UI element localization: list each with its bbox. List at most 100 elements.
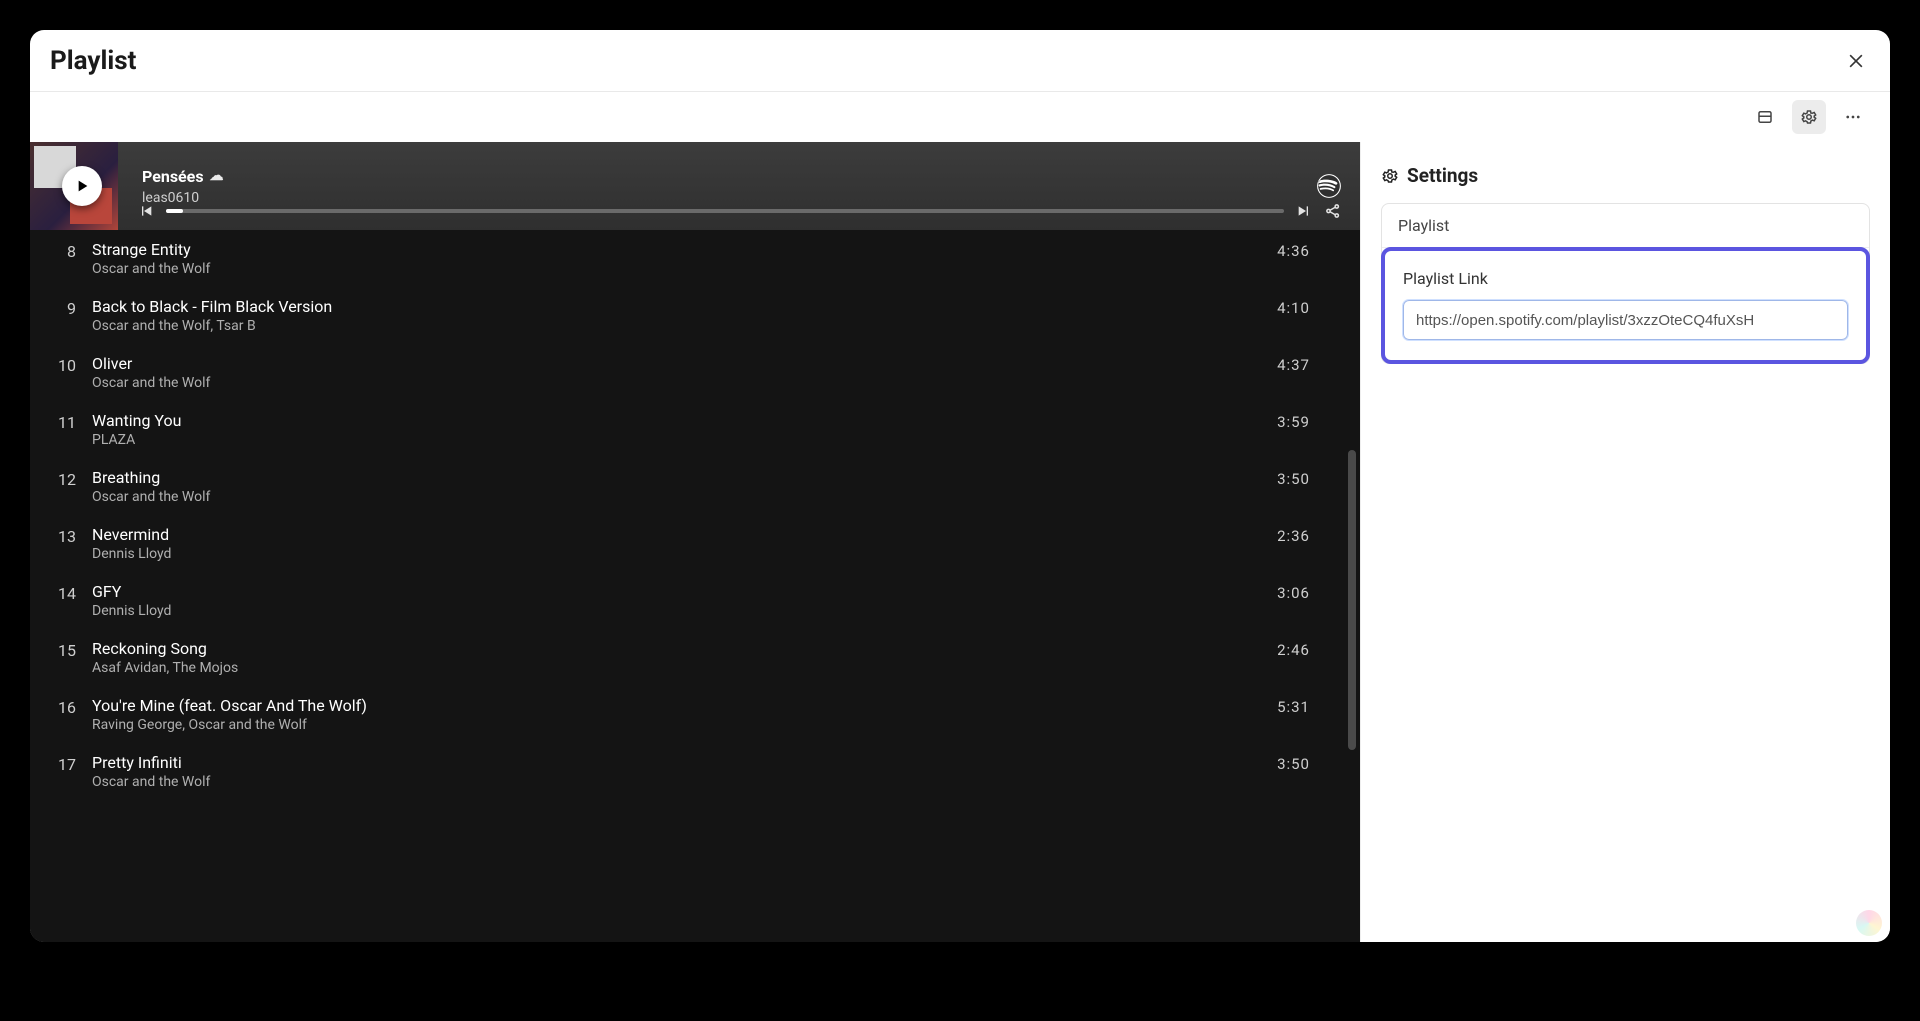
settings-heading: Settings [1381,164,1870,187]
track-number: 8 [34,240,76,261]
track-duration: 3:50 [1277,468,1310,488]
modal-toolbar [30,92,1890,142]
track-duration: 3:59 [1277,411,1310,431]
track-artist: Dennis Lloyd [92,546,1261,562]
tracks-scroll[interactable]: 8 Strange Entity Oscar and the Wolf 4:36 9 Ba… [30,230,1360,942]
track-title: Wanting You [92,411,1261,430]
track-row[interactable]: 8 Strange Entity Oscar and the Wolf 4:36 [30,230,1360,287]
close-button[interactable] [1842,47,1870,75]
settings-heading-text: Settings [1407,164,1478,187]
spotify-player: Pensées ☁ leas0610 [30,142,1360,942]
track-artist: Raving George, Oscar and the Wolf [92,717,1261,733]
track-row[interactable]: 9 Back to Black - Film Black Version Oscar… [30,287,1360,344]
track-title: Breathing [92,468,1261,487]
gear-icon [1800,108,1818,126]
track-number: 13 [34,525,76,546]
track-title: You're Mine (feat. Oscar And The Wolf) [92,696,1261,715]
track-meta: Wanting You PLAZA [92,411,1261,448]
track-meta: OliverOscar and the Wolf [92,354,1261,391]
track-row[interactable]: 12 Breathing Oscar and the Wolf 3:50 [30,458,1360,515]
track-number: 9 [34,297,76,318]
playlist-link-label: Playlist Link [1403,269,1848,288]
gear-icon [1381,167,1399,185]
track-artist: PLAZA [92,432,1261,448]
playlist-title: Pensées [142,167,204,186]
playlist-title-row: Pensées ☁ [142,167,1316,186]
track-artist: Asaf Avidan, The Mojos [92,660,1261,676]
layout-icon [1756,108,1774,126]
track-row[interactable]: 13 Nevermind Dennis Lloyd 2:36 [30,515,1360,572]
layout-toggle-button[interactable] [1748,100,1782,134]
track-number: 17 [34,753,76,774]
player-meta: Pensées ☁ leas0610 [128,167,1316,206]
player-header: Pensées ☁ leas0610 [30,142,1360,230]
track-meta: GFY Dennis Lloyd [92,582,1261,619]
ellipsis-icon [1844,108,1862,126]
track-title: Pretty Infiniti [92,753,1261,772]
next-button[interactable] [1296,203,1312,219]
track-duration: 2:36 [1277,525,1310,545]
track-meta: Reckoning Song Asaf Avidan, The Mojos [92,639,1261,676]
play-button[interactable] [62,166,102,206]
track-duration: 2:46 [1277,639,1310,659]
track-duration: 4:10 [1277,297,1310,317]
track-number: 12 [34,468,76,489]
player-progress-row [138,202,1342,220]
track-meta: Strange Entity Oscar and the Wolf [92,240,1261,277]
track-list: 8 Strange Entity Oscar and the Wolf 4:36 9 Ba… [30,230,1360,942]
cloud-icon: ☁ [210,168,224,184]
track-meta: Nevermind Dennis Lloyd [92,525,1261,562]
close-icon [1846,51,1866,71]
track-artist: Dennis Lloyd [92,603,1261,619]
modal-body: Pensées ☁ leas0610 [30,142,1890,942]
track-number: 10 [34,354,76,375]
track-meta: You're Mine (feat. Oscar And The Wolf) Ra… [92,696,1261,733]
play-icon [74,178,90,194]
track-meta: Back to Black - Film Black Version Oscar … [92,297,1261,334]
playlist-modal: Playlist [30,30,1890,942]
track-title: Back to Black - Film Black Version [92,297,1261,316]
track-meta: Breathing Oscar and the Wolf [92,468,1261,505]
track-artist: Oscar and the Wolf, Tsar B [92,318,1261,334]
watermark-icon [1856,910,1882,936]
settings-group-label: Playlist [1382,204,1869,248]
track-number: 15 [34,639,76,660]
cover-art-wrap [30,142,128,230]
player-header-icons [1316,173,1342,199]
previous-button[interactable] [138,203,154,219]
progress-bar[interactable] [166,209,1284,213]
track-duration: 5:31 [1277,696,1310,716]
settings-panel: Settings Playlist Playlist Link [1360,142,1890,942]
scrollbar-thumb[interactable] [1348,450,1356,750]
track-row[interactable]: 10 OliverOscar and the Wolf 4:37 [30,344,1360,401]
track-artist: Oscar and the Wolf [92,489,1261,505]
track-duration: 4:36 [1277,240,1310,260]
share-button[interactable] [1324,202,1342,220]
playlist-link-section: Playlist Link [1381,247,1870,364]
track-row[interactable]: 11 Wanting You PLAZA 3:59 [30,401,1360,458]
settings-toggle-button[interactable] [1792,100,1826,134]
track-row[interactable]: 14 GFY Dennis Lloyd 3:06 [30,572,1360,629]
track-duration: 4:37 [1277,354,1310,374]
track-artist: Oscar and the Wolf [92,261,1261,277]
track-row[interactable]: 15 Reckoning Song Asaf Avidan, The Mojos 2:… [30,629,1360,686]
track-number: 14 [34,582,76,603]
track-duration: 3:06 [1277,582,1310,602]
track-title: Nevermind [92,525,1261,544]
playlist-link-input[interactable] [1403,300,1848,340]
track-artist: Oscar and the Wolf [92,774,1261,790]
modal-header: Playlist [30,30,1890,92]
track-title: Strange Entity [92,240,1261,259]
track-title: GFY [92,582,1261,601]
track-number: 11 [34,411,76,432]
track-title: Reckoning Song [92,639,1261,658]
modal-title: Playlist [50,46,1842,76]
track-row[interactable]: 17 Pretty Infiniti Oscar and the Wolf 3:50 [30,743,1360,800]
track-meta: Pretty Infiniti Oscar and the Wolf [92,753,1261,790]
more-menu-button[interactable] [1836,100,1870,134]
track-row[interactable]: 16You're Mine (feat. Oscar And The Wolf)… [30,686,1360,743]
track-duration: 3:50 [1277,753,1310,773]
spotify-icon[interactable] [1316,173,1342,199]
track-artist: Oscar and the Wolf [92,375,1261,391]
settings-group: Playlist Playlist Link [1381,203,1870,364]
